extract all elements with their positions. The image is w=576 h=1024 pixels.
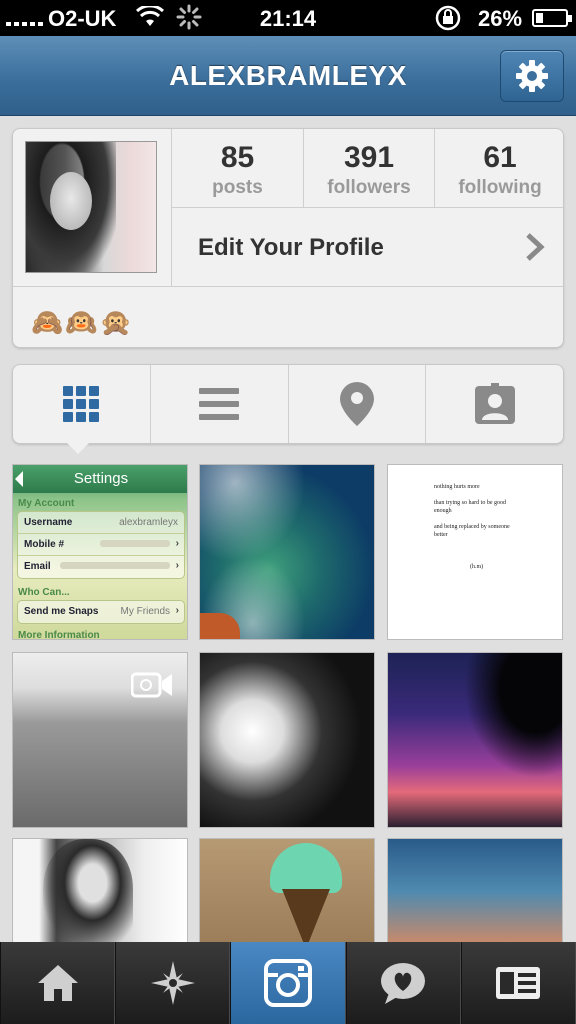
- list-icon: [199, 388, 240, 420]
- screenshot-header: Settings: [13, 465, 187, 493]
- screenshot-section: Who Can...: [18, 587, 70, 598]
- screenshot-row: Email ›: [18, 556, 184, 578]
- screenshot-title: Settings: [73, 470, 129, 487]
- row-label: Send me Snaps: [24, 606, 99, 617]
- chevron-right-icon: [525, 232, 545, 267]
- quote-line: and being replaced by someone: [434, 524, 510, 530]
- username-title: ALEXBRAMLEYX: [169, 60, 407, 91]
- view-tabs: [12, 364, 564, 444]
- bottom-tab-bar: [0, 942, 576, 1024]
- profile-card: 85 posts 391 followers 61 following Edit…: [12, 128, 564, 348]
- chevron-right-icon: ›: [175, 560, 179, 571]
- bio-text: 🙈🙉🙊: [31, 307, 135, 337]
- chevron-right-icon: ›: [175, 538, 179, 549]
- stat-label: posts: [212, 177, 263, 198]
- quote-line: than trying so hard to be good: [434, 500, 506, 506]
- tab-explore[interactable]: [115, 942, 231, 1024]
- battery-fill: [536, 13, 544, 23]
- row-label: Email: [24, 561, 51, 572]
- tab-map-view[interactable]: [287, 365, 426, 443]
- screenshot-section: More Information: [18, 630, 100, 640]
- cone-image: [282, 889, 330, 949]
- heart-bubble-icon: [381, 963, 426, 1004]
- quote-line: enough: [434, 508, 452, 514]
- tab-photos-of-you[interactable]: [425, 365, 563, 443]
- screenshot-group: Send me Snaps My Friends ›: [17, 600, 185, 624]
- video-post[interactable]: [12, 652, 188, 828]
- edit-profile-label: Edit Your Profile: [198, 234, 384, 261]
- status-bar: O2-UK 21:14 26%: [0, 0, 576, 36]
- battery-percent: 26%: [478, 6, 523, 31]
- stat-value: 61: [483, 141, 517, 174]
- quote-sign: (h.m): [470, 564, 484, 570]
- photo-post[interactable]: Settings My Account Username alexbramleyx…: [12, 464, 188, 640]
- photo-post[interactable]: [387, 652, 563, 828]
- palm-tree-image: [452, 653, 562, 793]
- following-count[interactable]: 61 following: [434, 129, 563, 207]
- grid-icon: [63, 386, 100, 422]
- tagged-person-icon: [474, 383, 515, 424]
- divider: [13, 286, 563, 287]
- screenshot-group: Username alexbramleyx Mobile # › Email ›: [17, 511, 185, 579]
- tab-list-view[interactable]: [149, 365, 288, 443]
- row-value: alexbramleyx: [119, 517, 178, 528]
- tab-pointer: [66, 442, 90, 454]
- edit-profile-button[interactable]: Edit Your Profile: [172, 208, 563, 286]
- portrait-image: [43, 839, 133, 949]
- home-icon: [37, 965, 78, 1001]
- avatar-face: [50, 172, 92, 230]
- chevron-right-icon: ›: [175, 605, 179, 616]
- settings-button[interactable]: [500, 50, 564, 102]
- photo-post[interactable]: nothing hurts more than trying so hard t…: [387, 464, 563, 640]
- camera-icon: [264, 959, 312, 1007]
- tab-profile[interactable]: [460, 942, 576, 1024]
- tab-news[interactable]: [345, 942, 461, 1024]
- tab-home[interactable]: [0, 942, 116, 1024]
- video-camera-icon: [130, 671, 173, 704]
- photo-post[interactable]: [199, 464, 375, 640]
- screenshot-row: Send me Snaps My Friends ›: [18, 601, 184, 623]
- screenshot-row: Username alexbramleyx: [18, 512, 184, 534]
- blurred-value: [100, 539, 170, 550]
- tab-camera[interactable]: [230, 942, 346, 1024]
- tab-grid-view[interactable]: [13, 365, 150, 443]
- location-pin-icon: [339, 382, 374, 426]
- blurred-value: [60, 561, 170, 572]
- row-label: Mobile #: [24, 539, 65, 550]
- quote-line: nothing hurts more: [434, 484, 480, 490]
- photo-post[interactable]: [199, 652, 375, 828]
- screenshot-row: Mobile # ›: [18, 534, 184, 556]
- compass-star-icon: [150, 961, 195, 1005]
- profile-card-icon: [496, 967, 541, 999]
- battery-icon: [532, 9, 572, 27]
- back-arrow-icon: [15, 471, 23, 487]
- rotation-lock-icon: [434, 4, 462, 38]
- gear-icon: [516, 60, 548, 92]
- screenshot-section: My Account: [18, 498, 75, 509]
- stat-label: following: [458, 177, 542, 198]
- stat-label: followers: [327, 177, 411, 198]
- row-label: Username: [24, 517, 73, 528]
- ice-cream-image: [270, 843, 342, 893]
- followers-count[interactable]: 391 followers: [303, 129, 434, 207]
- stat-value: 391: [343, 141, 395, 174]
- quote-line: better: [434, 532, 448, 538]
- app-header: ALEXBRAMLEYX: [0, 36, 576, 116]
- row-value: My Friends: [120, 606, 170, 617]
- stat-value: 85: [220, 141, 255, 174]
- avatar[interactable]: [25, 141, 157, 273]
- posts-count[interactable]: 85 posts: [172, 129, 303, 207]
